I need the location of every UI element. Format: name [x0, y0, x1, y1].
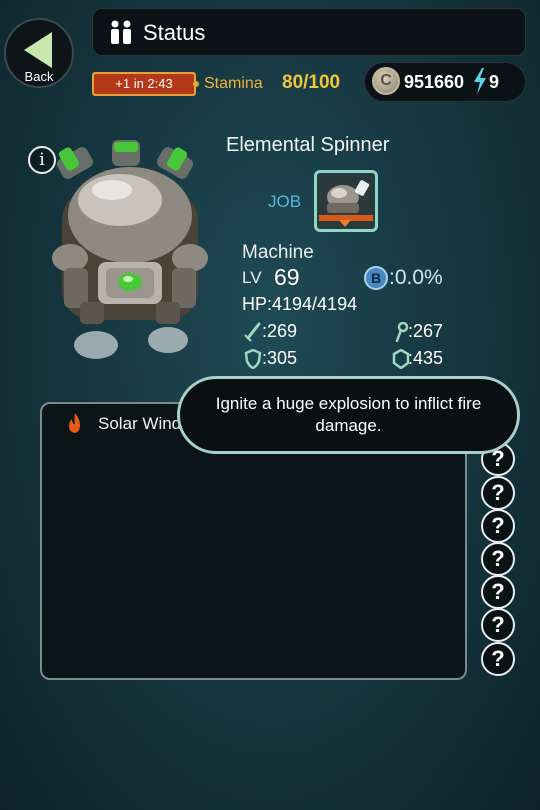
job-card[interactable] [314, 170, 378, 232]
sword-icon [244, 322, 262, 347]
unknown-skill-button[interactable]: ? [481, 542, 515, 576]
coin-value: 951660 [404, 72, 465, 92]
shield-icon [244, 348, 262, 374]
skill-tooltip: Ignite a huge explosion to inflict fire … [177, 376, 520, 454]
b-stat-value: :0.0% [389, 266, 443, 289]
level-label: LV [242, 268, 262, 287]
back-button[interactable]: Back [4, 18, 74, 88]
magic-defense-value: :435 [408, 348, 444, 368]
job-card-marker [339, 220, 351, 227]
back-arrow-icon [24, 32, 52, 68]
energy-value: 9 [489, 72, 500, 92]
people-icon [107, 19, 135, 51]
unknown-skill-button[interactable]: ? [481, 509, 515, 543]
unit-type: Machine [242, 242, 314, 263]
stamina-dot [193, 81, 199, 87]
unit-name: Elemental Spinner [226, 134, 390, 156]
job-label: JOB [268, 192, 302, 211]
b-stat-icon: B [364, 266, 388, 290]
defense-value: :305 [262, 348, 298, 368]
unknown-skill-button[interactable]: ? [481, 476, 515, 510]
info-icon[interactable]: i [28, 146, 56, 174]
stamina-value: 80/100 [282, 72, 341, 93]
title-bar: Status [92, 8, 526, 56]
unknown-skill-button[interactable]: ? [481, 575, 515, 609]
fire-icon [66, 412, 84, 440]
unit-portrait [40, 130, 220, 370]
hp-value: HP:4194/4194 [242, 294, 358, 314]
lightning-bolt-icon [473, 68, 487, 100]
stamina-timer: +1 in 2:43 [92, 72, 196, 96]
unknown-skill-button[interactable]: ? [481, 608, 515, 642]
page-title: Status [143, 20, 206, 45]
magic-value: :267 [408, 321, 444, 341]
attack-value: :269 [262, 321, 298, 341]
coin-icon: C [372, 67, 400, 95]
level-value: 69 [274, 264, 300, 290]
back-label: Back [24, 69, 54, 84]
unknown-skill-button[interactable]: ? [481, 642, 515, 676]
stamina-label: Stamina [204, 75, 263, 92]
